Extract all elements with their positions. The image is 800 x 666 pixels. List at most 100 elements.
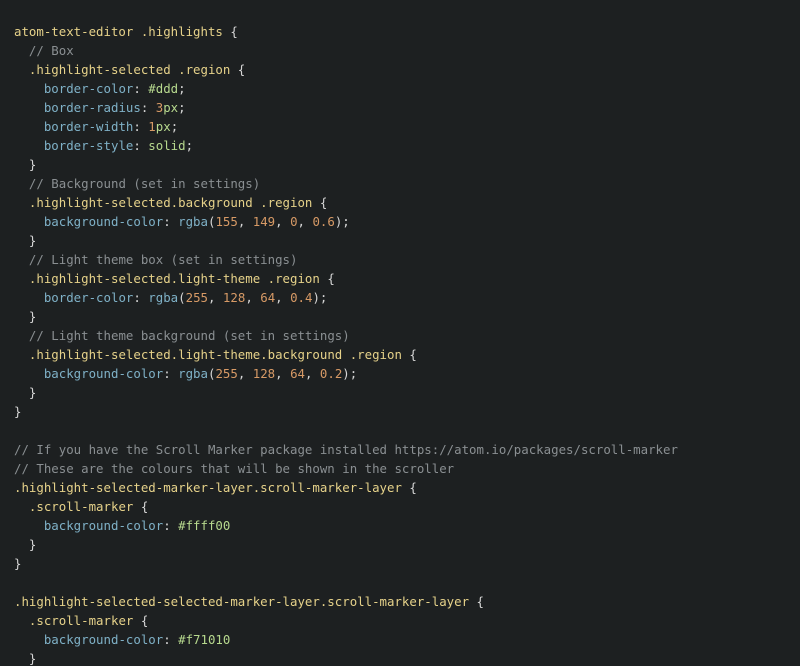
code-line: .scroll-marker { (14, 497, 786, 516)
code-token: 255 (215, 366, 237, 381)
code-line: } (14, 155, 786, 174)
code-token: : (133, 138, 148, 153)
code-line: // Background (set in settings) (14, 174, 786, 193)
code-token: } (29, 537, 36, 552)
code-token: 1 (148, 119, 155, 134)
code-token (14, 575, 21, 590)
code-token: .highlight-selected.light-theme.backgrou… (29, 347, 409, 362)
indent (14, 290, 44, 305)
code-token: ; (178, 81, 185, 96)
code-token: : (133, 290, 148, 305)
indent (14, 62, 29, 77)
indent (14, 518, 44, 533)
code-token: // Light theme box (set in settings) (29, 252, 298, 267)
code-line: } (14, 649, 786, 666)
code-line: .highlight-selected-marker-layer.scroll-… (14, 478, 786, 497)
code-token: ( (178, 290, 185, 305)
code-token: px (163, 100, 178, 115)
code-token: } (29, 157, 36, 172)
code-token: .highlight-selected-selected-marker-laye… (14, 594, 477, 609)
code-token: { (409, 347, 416, 362)
code-token: , (238, 366, 253, 381)
code-line: // These are the colours that will be sh… (14, 459, 786, 478)
code-editor: atom-text-editor .highlights { // Box .h… (0, 12, 800, 666)
code-token: } (29, 385, 36, 400)
code-token: , (275, 290, 290, 305)
code-token: , (298, 214, 313, 229)
code-token: ); (312, 290, 327, 305)
code-token: background-color (44, 214, 163, 229)
code-token: ); (335, 214, 350, 229)
code-token: 149 (253, 214, 275, 229)
code-token: // Background (set in settings) (29, 176, 260, 191)
code-line: atom-text-editor .highlights { (14, 22, 786, 41)
indent (14, 366, 44, 381)
code-token: { (238, 62, 245, 77)
code-token: background-color (44, 632, 163, 647)
indent (14, 309, 29, 324)
code-token: , (238, 214, 253, 229)
code-line: .highlight-selected.light-theme .region … (14, 269, 786, 288)
code-token: .highlight-selected.background .region (29, 195, 320, 210)
code-token: : (163, 518, 178, 533)
code-line (14, 573, 786, 592)
code-token: #ddd (148, 81, 178, 96)
code-line: background-color: #ffff00 (14, 516, 786, 535)
code-token: ; (171, 119, 178, 134)
indent (14, 651, 29, 666)
code-token: : (133, 81, 148, 96)
code-token: } (29, 233, 36, 248)
code-line: // If you have the Scroll Marker package… (14, 440, 786, 459)
indent (14, 81, 44, 96)
indent (14, 233, 29, 248)
indent (14, 499, 29, 514)
code-token: { (141, 613, 148, 628)
code-line: border-width: 1px; (14, 117, 786, 136)
code-token: border-width (44, 119, 134, 134)
code-token: : (163, 632, 178, 647)
code-token: ; (178, 100, 185, 115)
code-token: .highlight-selected .region (29, 62, 238, 77)
code-line: // Light theme box (set in settings) (14, 250, 786, 269)
code-line: border-color: rgba(255, 128, 64, 0.4); (14, 288, 786, 307)
code-token: 64 (260, 290, 275, 305)
code-token: 128 (253, 366, 275, 381)
code-token: , (305, 366, 320, 381)
code-token: } (14, 556, 21, 571)
code-token: ); (342, 366, 357, 381)
code-token: rgba (178, 366, 208, 381)
code-line: } (14, 231, 786, 250)
code-line: .highlight-selected.background .region { (14, 193, 786, 212)
indent (14, 385, 29, 400)
code-line: } (14, 383, 786, 402)
code-line: background-color: #f71010 (14, 630, 786, 649)
code-token: px (156, 119, 171, 134)
code-token: 64 (290, 366, 305, 381)
code-line: background-color: rgba(155, 149, 0, 0.6)… (14, 212, 786, 231)
code-token: { (477, 594, 484, 609)
code-line: .highlight-selected.light-theme.backgrou… (14, 345, 786, 364)
code-line: } (14, 554, 786, 573)
code-token: // Box (29, 43, 74, 58)
code-token: .scroll-marker (29, 613, 141, 628)
code-token: background-color (44, 366, 163, 381)
code-token: , (245, 290, 260, 305)
code-token: : (133, 119, 148, 134)
code-line: } (14, 307, 786, 326)
code-token: .scroll-marker (29, 499, 141, 514)
indent (14, 100, 44, 115)
code-line: .highlight-selected-selected-marker-laye… (14, 592, 786, 611)
indent (14, 195, 29, 210)
code-token: border-color (44, 290, 134, 305)
code-token: atom-text-editor .highlights (14, 24, 230, 39)
code-line (14, 421, 786, 440)
code-token: // Light theme background (set in settin… (29, 328, 350, 343)
code-line: // Light theme background (set in settin… (14, 326, 786, 345)
indent (14, 252, 29, 267)
indent (14, 613, 29, 628)
code-token: : (163, 366, 178, 381)
code-token: , (208, 290, 223, 305)
code-line: background-color: rgba(255, 128, 64, 0.2… (14, 364, 786, 383)
code-line: .scroll-marker { (14, 611, 786, 630)
indent (14, 632, 44, 647)
